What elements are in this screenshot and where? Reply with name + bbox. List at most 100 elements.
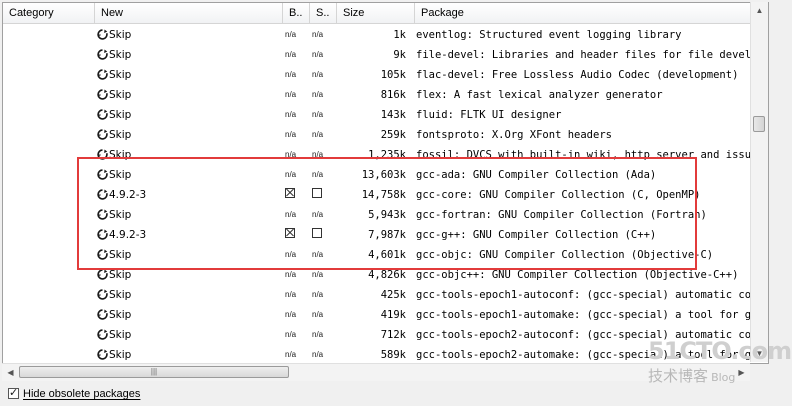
table-row[interactable]: Skip n/a n/a 425k gcc-tools-epoch1-autoconf:… [3,285,768,305]
vertical-scrollbar[interactable]: ▲ ▼ [750,2,768,362]
hide-obsolete-label[interactable]: Hide obsolete packages [23,388,140,400]
new-version-cell[interactable]: Skip [97,105,277,125]
new-version-cell[interactable]: Skip [97,245,277,265]
table-row[interactable]: 4.9.2-3 14,758k gcc-core: GNU Compiler Col… [3,185,768,205]
column-header-package[interactable]: Package [415,3,768,23]
new-version-cell[interactable]: Skip [97,165,277,185]
table-row[interactable]: Skip n/a n/a 1k eventlog: Structured event l… [3,25,768,45]
column-header-category[interactable]: Category [3,3,95,23]
size-cell: 4,601k [368,249,406,261]
table-row[interactable]: Skip n/a n/a 143k fluid: FLTK UI designer [3,105,768,125]
table-row[interactable]: Skip n/a n/a 4,601k gcc-objc: GNU Compiler C… [3,245,768,265]
binary-na-label: n/a [285,90,297,99]
column-header-new[interactable]: New [95,3,283,23]
new-version-label: Skip [109,249,132,261]
size-cell: 105k [380,69,406,81]
table-row[interactable]: Skip n/a n/a 105k flac-devel: Free Lossless … [3,65,768,85]
cycle-arrows-icon[interactable] [97,207,108,220]
table-row[interactable]: Skip n/a n/a 5,943k gcc-fortran: GNU Compile… [3,205,768,225]
binary-cell: n/a [285,205,305,225]
cycle-arrows-icon[interactable] [97,187,108,200]
binary-na-label: n/a [285,290,297,299]
binary-checkbox[interactable] [285,188,295,198]
cycle-arrows-icon[interactable] [97,107,108,120]
new-version-cell[interactable]: Skip [97,305,277,325]
binary-na-label: n/a [285,310,297,319]
table-row[interactable]: Skip n/a n/a 589k gcc-tools-epoch2-automake:… [3,345,768,363]
horizontal-scrollbar[interactable]: ◀ ||| ▶ [2,363,750,381]
size-cell: 5,943k [368,209,406,221]
new-version-cell[interactable]: Skip [97,65,277,85]
scroll-down-arrow-icon[interactable]: ▼ [751,345,768,362]
new-version-cell[interactable]: Skip [97,25,277,45]
source-na-label: n/a [312,310,324,319]
cycle-arrows-icon[interactable] [97,327,108,340]
binary-cell: n/a [285,245,305,265]
cycle-arrows-icon[interactable] [97,227,108,240]
source-na-label: n/a [312,270,324,279]
table-row[interactable]: Skip n/a n/a 816k flex: A fast lexical analy… [3,85,768,105]
new-version-cell[interactable]: Skip [97,285,277,305]
new-version-cell[interactable]: Skip [97,85,277,105]
binary-checkbox[interactable] [285,228,295,238]
new-version-cell[interactable]: Skip [97,205,277,225]
source-cell: n/a [312,65,332,85]
table-row[interactable]: 4.9.2-3 7,987k gcc-g++: GNU Compiler Colle… [3,225,768,245]
cycle-arrows-icon[interactable] [97,167,108,180]
new-version-label: Skip [109,209,132,221]
table-row[interactable]: Skip n/a n/a 419k gcc-tools-epoch1-automake:… [3,305,768,325]
package-cell: fontsproto: X.Org XFont headers [416,129,612,141]
column-header-row: Category New B.. S.. Size Package [3,3,768,24]
source-na-label: n/a [312,250,324,259]
cycle-arrows-icon[interactable] [97,67,108,80]
binary-cell: n/a [285,285,305,305]
cycle-arrows-icon[interactable] [97,47,108,60]
cycle-arrows-icon[interactable] [97,347,108,360]
cycle-arrows-icon[interactable] [97,247,108,260]
cycle-arrows-icon[interactable] [97,267,108,280]
new-version-cell[interactable]: 4.9.2-3 [97,225,277,245]
scroll-right-arrow-icon[interactable]: ▶ [733,364,750,381]
hide-obsolete-checkbox[interactable] [8,385,19,401]
source-checkbox[interactable] [312,228,322,238]
source-cell: n/a [312,205,332,225]
size-cell: 143k [380,109,406,121]
new-version-cell[interactable]: 4.9.2-3 [97,185,277,205]
column-header-size[interactable]: Size [337,3,415,23]
scroll-up-arrow-icon[interactable]: ▲ [751,2,768,19]
hide-obsolete-option[interactable]: Hide obsolete packages [8,385,140,402]
horizontal-scroll-thumb[interactable]: ||| [19,366,289,378]
package-cell: gcc-objc++: GNU Compiler Collection (Obj… [416,269,739,281]
vertical-scroll-thumb[interactable] [753,116,765,132]
table-row[interactable]: Skip n/a n/a 712k gcc-tools-epoch2-autoconf:… [3,325,768,345]
table-row[interactable]: Skip n/a n/a 9k file-devel: Libraries and he… [3,45,768,65]
table-row[interactable]: Skip n/a n/a 4,826k gcc-objc++: GNU Compiler… [3,265,768,285]
table-row[interactable]: Skip n/a n/a 1,235k fossil: DVCS with built-… [3,145,768,165]
new-version-cell[interactable]: Skip [97,145,277,165]
scroll-left-arrow-icon[interactable]: ◀ [2,364,19,381]
new-version-cell[interactable]: Skip [97,45,277,65]
column-header-source[interactable]: S.. [310,3,337,23]
cycle-arrows-icon[interactable] [97,27,108,40]
table-row[interactable]: Skip n/a n/a 13,603k gcc-ada: GNU Compiler C… [3,165,768,185]
source-cell: n/a [312,85,332,105]
source-na-label: n/a [312,170,324,179]
package-cell: gcc-g++: GNU Compiler Collection (C++) [416,229,657,241]
cycle-arrows-icon[interactable] [97,127,108,140]
new-version-cell[interactable]: Skip [97,125,277,145]
source-cell: n/a [312,165,332,185]
source-cell: n/a [312,25,332,45]
binary-cell: n/a [285,345,305,363]
column-header-binary[interactable]: B.. [283,3,310,23]
new-version-cell[interactable]: Skip [97,325,277,345]
cycle-arrows-icon[interactable] [97,147,108,160]
new-version-cell[interactable]: Skip [97,345,277,363]
source-cell: n/a [312,145,332,165]
source-checkbox[interactable] [312,188,322,198]
cycle-arrows-icon[interactable] [97,287,108,300]
cycle-arrows-icon[interactable] [97,87,108,100]
new-version-cell[interactable]: Skip [97,265,277,285]
cycle-arrows-icon[interactable] [97,307,108,320]
source-na-label: n/a [312,70,324,79]
table-row[interactable]: Skip n/a n/a 259k fontsproto: X.Org XFont he… [3,125,768,145]
